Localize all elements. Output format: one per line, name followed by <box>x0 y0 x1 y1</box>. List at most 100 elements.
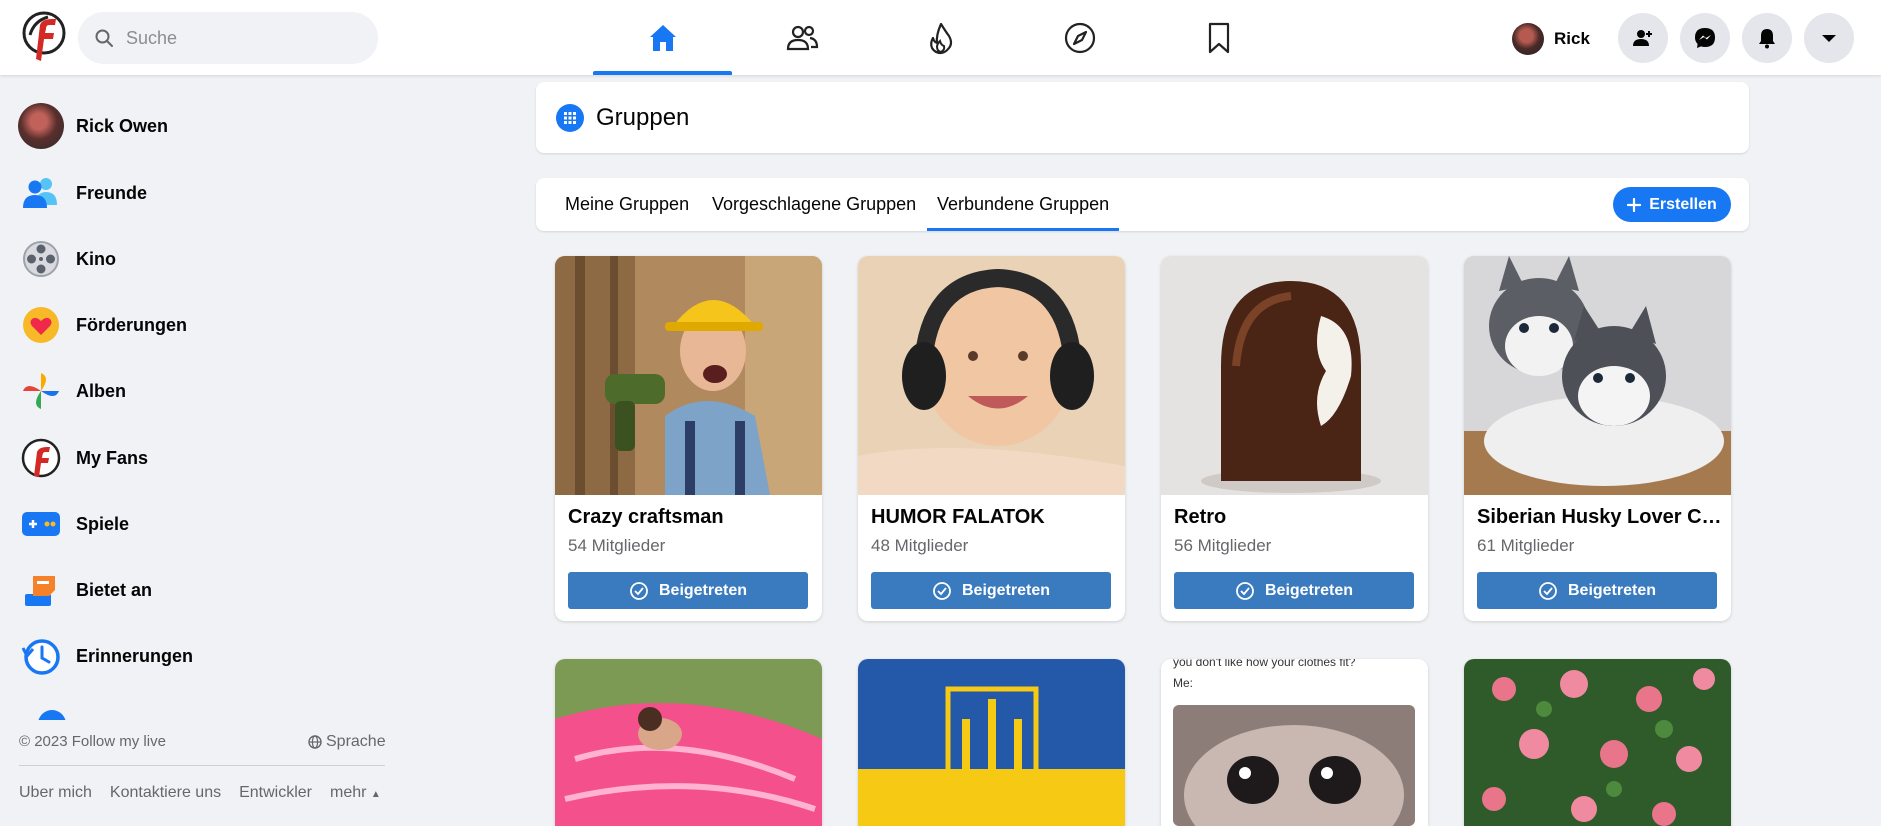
check-circle-icon <box>1539 581 1557 600</box>
sidebar-item-label: My Fans <box>76 447 149 468</box>
search-icon <box>95 29 113 47</box>
bookmark-icon <box>1208 22 1229 53</box>
tab-joined-groups[interactable]: Verbundene Gruppen <box>926 178 1120 231</box>
sidebar-item-label: Alben <box>76 380 127 401</box>
nav-tab-friends[interactable] <box>732 0 871 75</box>
footer-link-developers[interactable]: Entwickler <box>239 784 312 802</box>
footer-link-contact[interactable]: Kontaktiere uns <box>110 784 221 802</box>
groups-icon <box>556 103 584 132</box>
group-card[interactable] <box>555 659 822 826</box>
messenger-button[interactable] <box>1680 13 1730 63</box>
create-label: Erstellen <box>1649 195 1717 213</box>
tab-label: Meine Gruppen <box>565 194 690 214</box>
divider <box>19 765 385 766</box>
notifications-button[interactable] <box>1742 13 1792 63</box>
tab-my-groups[interactable]: Meine Gruppen <box>565 178 689 231</box>
globe-icon <box>308 735 322 749</box>
group-name[interactable]: HUMOR FALATOK <box>871 506 1116 529</box>
joined-button[interactable]: Beigetreten <box>1174 572 1414 609</box>
nav-tab-trending[interactable] <box>871 0 1010 75</box>
nav-tab-saved[interactable] <box>1149 0 1288 75</box>
sidebar-item-fans[interactable]: My Fans <box>18 428 148 488</box>
group-card[interactable] <box>858 659 1125 826</box>
left-sidebar: Rick Owen Freunde Kino Förderungen Alben… <box>0 75 400 720</box>
sidebar-item-albums[interactable]: Alben <box>18 361 126 421</box>
caret-up-icon: ▲ <box>370 789 381 800</box>
page-title: Gruppen <box>596 103 690 131</box>
plus-icon <box>1627 197 1642 212</box>
sidebar-item-profile[interactable]: Rick Owen <box>18 96 168 156</box>
messenger-icon <box>1695 28 1715 48</box>
friends-icon <box>23 178 57 208</box>
copyright-text: © 2023 Follow my live <box>19 733 166 750</box>
sidebar-item-label: Rick Owen <box>76 115 169 136</box>
bell-icon <box>1759 29 1775 49</box>
main-nav <box>593 0 1288 75</box>
group-card[interactable]: Siberian Husky Lover Club 61 Mitglieder … <box>1464 256 1731 621</box>
group-name[interactable]: Retro <box>1174 506 1419 529</box>
friends-icon <box>786 25 818 50</box>
group-image <box>1161 256 1428 495</box>
nav-tab-explore[interactable] <box>1010 0 1149 75</box>
group-tabs: Meine Gruppen Vorgeschlagene Gruppen Ver… <box>536 178 1749 231</box>
group-image <box>1173 705 1415 826</box>
sidebar-item-label: Spiele <box>76 513 130 534</box>
search-box[interactable] <box>78 12 378 64</box>
tab-label: Verbundene Gruppen <box>937 194 1110 214</box>
avatar <box>1512 23 1544 55</box>
page-header: Gruppen <box>536 82 1749 153</box>
app-logo-icon <box>21 438 61 478</box>
joined-label: Beigetreten <box>1567 581 1657 599</box>
nav-tab-home[interactable] <box>593 0 732 75</box>
group-image <box>858 256 1125 495</box>
group-card[interactable]: Crazy craftsman 54 Mitglieder Beigetrete… <box>555 256 822 621</box>
group-card[interactable]: Retro 56 Mitglieder Beigetreten <box>1161 256 1428 621</box>
footer-link-more[interactable]: mehr ▲ <box>330 784 381 802</box>
sidebar-item-label: Erinnerungen <box>76 645 194 666</box>
sidebar-item-memories[interactable]: Erinnerungen <box>18 626 193 686</box>
search-input[interactable] <box>126 27 346 49</box>
group-card[interactable] <box>1464 659 1731 826</box>
avatar <box>18 103 64 149</box>
footer-links: Uber mich Kontaktiere uns Entwickler meh… <box>19 784 381 802</box>
sidebar-footer: © 2023 Follow my live Sprache Uber mich … <box>0 720 400 826</box>
joined-button[interactable]: Beigetreten <box>568 572 808 609</box>
group-name[interactable]: Siberian Husky Lover Club <box>1477 506 1722 529</box>
account-menu-button[interactable] <box>1804 13 1854 63</box>
footer-link-about[interactable]: Uber mich <box>19 784 92 802</box>
sidebar-item-cinema[interactable]: Kino <box>18 229 116 289</box>
more-label: mehr <box>330 784 367 801</box>
group-image <box>555 256 822 495</box>
group-name[interactable]: Crazy craftsman <box>568 506 813 529</box>
check-circle-icon <box>630 581 648 600</box>
sidebar-item-label: Kino <box>76 248 116 269</box>
film-reel-icon <box>23 241 59 277</box>
joined-button[interactable]: Beigetreten <box>871 572 1111 609</box>
compass-icon <box>1064 22 1095 53</box>
pinwheel-icon <box>23 373 59 409</box>
tab-label: Vorgeschlagene Gruppen <box>712 194 917 214</box>
joined-label: Beigetreten <box>658 581 748 599</box>
group-image <box>858 659 1125 826</box>
sidebar-item-games[interactable]: Spiele <box>18 494 129 554</box>
joined-button[interactable]: Beigetreten <box>1477 572 1717 609</box>
add-friend-button[interactable] <box>1618 13 1668 63</box>
sidebar-item-label: Förderungen <box>76 314 187 335</box>
check-circle-icon <box>933 581 951 600</box>
meme-caption: you don't like how your clothes fit? <box>1173 659 1356 669</box>
group-card[interactable]: you don't like how your clothes fit? Me: <box>1161 659 1428 826</box>
create-group-button[interactable]: Erstellen <box>1613 187 1731 222</box>
group-card[interactable]: HUMOR FALATOK 48 Mitglieder Beigetreten <box>858 256 1125 621</box>
home-icon <box>649 24 676 51</box>
sidebar-item-label: Bietet an <box>76 579 153 600</box>
sidebar-item-funding[interactable]: Förderungen <box>18 295 187 355</box>
offer-tag-icon <box>25 576 55 606</box>
tab-suggested-groups[interactable]: Vorgeschlagene Gruppen <box>712 178 916 231</box>
sidebar-item-offers[interactable]: Bietet an <box>18 560 152 620</box>
sidebar-item-friends[interactable]: Freunde <box>18 163 147 223</box>
profile-name: Rick <box>1554 29 1590 48</box>
check-circle-icon <box>1236 581 1254 600</box>
language-link[interactable]: Sprache <box>308 733 386 751</box>
profile-link[interactable]: Rick <box>1512 23 1590 55</box>
app-logo-icon[interactable] <box>22 11 68 63</box>
